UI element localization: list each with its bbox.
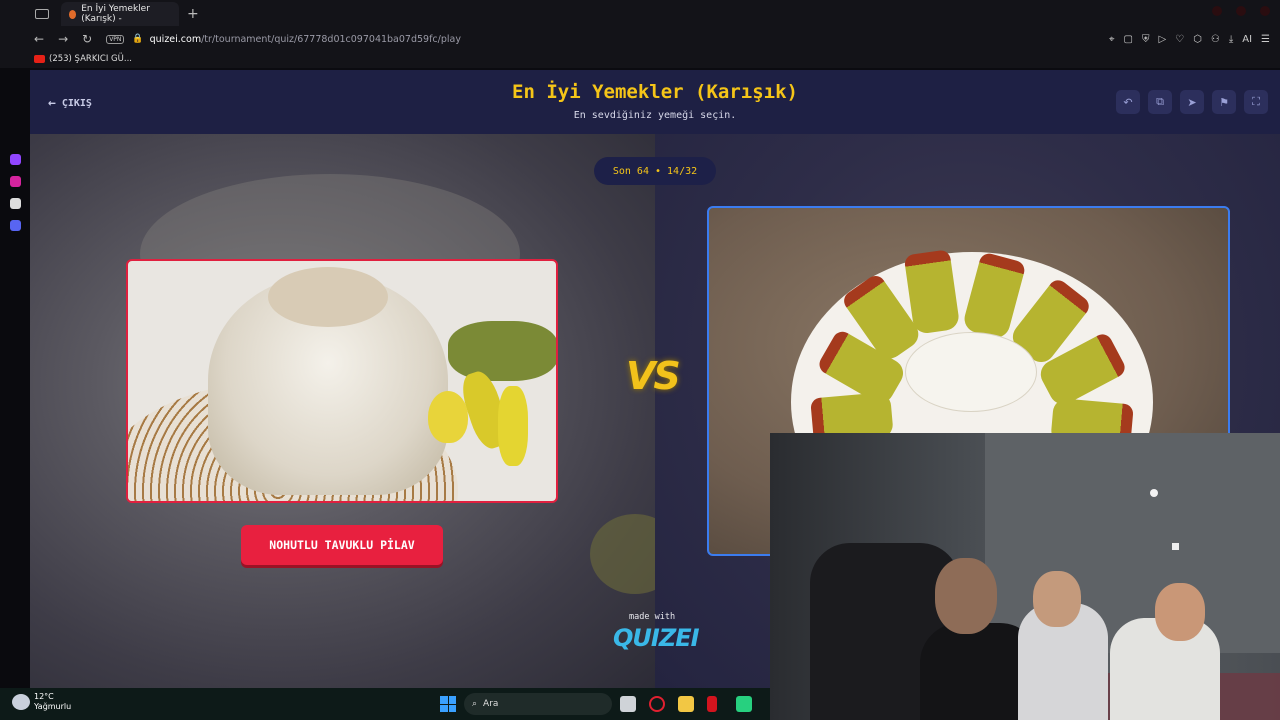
- snapshot-icon[interactable]: ▢: [1123, 34, 1132, 45]
- page-title: En İyi Yemekler (Karışık): [512, 81, 798, 103]
- flag-icon: ⚑: [1219, 95, 1229, 109]
- close-icon[interactable]: [1260, 6, 1270, 16]
- bookmarks-bar: (253) ŞARKICI GÜ...: [0, 50, 1280, 68]
- ai-button[interactable]: AI: [1242, 34, 1252, 45]
- lock-icon[interactable]: 🔒: [132, 34, 143, 44]
- cam-light: [1150, 489, 1158, 497]
- copy-button[interactable]: ⧉: [1148, 90, 1172, 114]
- window-controls: [1212, 6, 1270, 16]
- os-taskbar: 12°C Yağmurlu ⌕ Ara: [0, 688, 770, 720]
- person-head: [1033, 571, 1081, 627]
- page-subtitle: En sevdiğiniz yemeği seçin.: [573, 110, 737, 121]
- back-icon[interactable]: ←: [34, 32, 44, 46]
- tab-grid-icon[interactable]: [35, 9, 49, 19]
- reload-icon[interactable]: ↻: [82, 32, 92, 46]
- person-head: [935, 558, 997, 634]
- toolbar-icons: ⌖ ▢ ⛨ ▷ ♡ ⬡ ⚇ ⤓ AI ☰: [1109, 34, 1270, 45]
- left-choice-button[interactable]: NOHUTLU TAVUKLU PİLAV: [241, 525, 443, 565]
- cam-switch: [1172, 543, 1179, 550]
- weather-widget[interactable]: 12°C Yağmurlu: [34, 692, 71, 712]
- undo-icon: ↶: [1123, 95, 1133, 109]
- copy-icon: ⧉: [1156, 95, 1164, 108]
- tab-title: En İyi Yemekler (Karışk) -: [81, 4, 150, 24]
- share-button[interactable]: ➤: [1180, 90, 1204, 114]
- account-icon[interactable]: ⚇: [1211, 34, 1220, 45]
- fullscreen-button[interactable]: ⛶: [1244, 90, 1268, 114]
- menu-icon[interactable]: ☰: [1261, 34, 1270, 45]
- url-field[interactable]: quizei.com/tr/tournament/quiz/67778d01c0…: [150, 34, 461, 45]
- pickles: [448, 321, 556, 381]
- header-actions: ↶ ⧉ ➤ ⚑ ⛶: [1116, 90, 1268, 114]
- shield-icon[interactable]: ⛨: [1142, 34, 1150, 45]
- discord-icon[interactable]: [10, 220, 21, 231]
- minimize-icon[interactable]: [1212, 6, 1222, 16]
- play-icon[interactable]: ▷: [1158, 34, 1166, 45]
- weather-condition: Yağmurlu: [34, 702, 72, 711]
- forward-icon[interactable]: →: [58, 32, 68, 46]
- extensions-icon[interactable]: ⬡: [1193, 34, 1202, 45]
- youtube-icon: [34, 55, 45, 63]
- report-button[interactable]: ⚑: [1212, 90, 1236, 114]
- url-domain: quizei.com: [149, 33, 202, 45]
- undo-button[interactable]: ↶: [1116, 90, 1140, 114]
- address-bar: ← → ↻ VPN 🔒 quizei.com/tr/tournament/qui…: [0, 28, 1280, 50]
- send-icon: ➤: [1187, 95, 1197, 109]
- folder-icon[interactable]: [678, 696, 694, 712]
- vpn-badge[interactable]: VPN: [106, 34, 125, 44]
- pin-icon[interactable]: ⌖: [1109, 34, 1115, 45]
- opera-icon[interactable]: [649, 696, 665, 712]
- webcam-overlay: [770, 433, 1280, 720]
- taskbar-search[interactable]: ⌕ Ara: [464, 693, 612, 715]
- maximize-icon[interactable]: [1236, 6, 1246, 16]
- new-tab-button[interactable]: +: [187, 6, 199, 22]
- app-icon[interactable]: [736, 696, 752, 712]
- fullscreen-icon: ⛶: [1252, 95, 1260, 108]
- browser-titlebar: En İyi Yemekler (Karışk) - +: [0, 0, 1280, 28]
- yogurt-bowl: [905, 332, 1037, 412]
- person-head: [1155, 583, 1205, 641]
- twitch-icon[interactable]: [10, 154, 21, 165]
- instagram-icon[interactable]: [10, 176, 21, 187]
- weather-temp: 12°C: [34, 692, 54, 701]
- pepper: [498, 386, 528, 466]
- url-path: /tr/tournament/quiz/67778d01c097041ba07d…: [201, 33, 461, 45]
- netflix-icon[interactable]: [707, 696, 717, 712]
- left-choice-image[interactable]: [126, 259, 558, 503]
- search-placeholder: Ara: [483, 699, 499, 709]
- browser-tab[interactable]: En İyi Yemekler (Karışk) -: [61, 2, 179, 26]
- quiz-header: ← ÇIKIŞ En İyi Yemekler (Karışık) En sev…: [30, 70, 1280, 134]
- heart-icon[interactable]: ♡: [1175, 34, 1184, 45]
- x-icon[interactable]: [10, 198, 21, 209]
- quizei-logo[interactable]: QUIZEI: [613, 624, 700, 652]
- made-with-label: made with: [629, 612, 676, 622]
- search-icon: ⌕: [472, 699, 478, 709]
- download-icon[interactable]: ⤓: [1229, 34, 1233, 45]
- pepper: [428, 391, 468, 443]
- weather-icon[interactable]: [12, 694, 30, 710]
- favicon-icon: [69, 9, 77, 19]
- round-badge: Son 64 • 14/32: [594, 157, 716, 185]
- task-view-icon[interactable]: [620, 696, 636, 712]
- shredded-chicken: [268, 267, 388, 327]
- windows-start-icon[interactable]: [440, 696, 456, 712]
- vs-icon: VS: [626, 354, 681, 398]
- browser-sidebar: [0, 68, 30, 688]
- bookmark-item[interactable]: (253) ŞARKICI GÜ...: [49, 54, 132, 64]
